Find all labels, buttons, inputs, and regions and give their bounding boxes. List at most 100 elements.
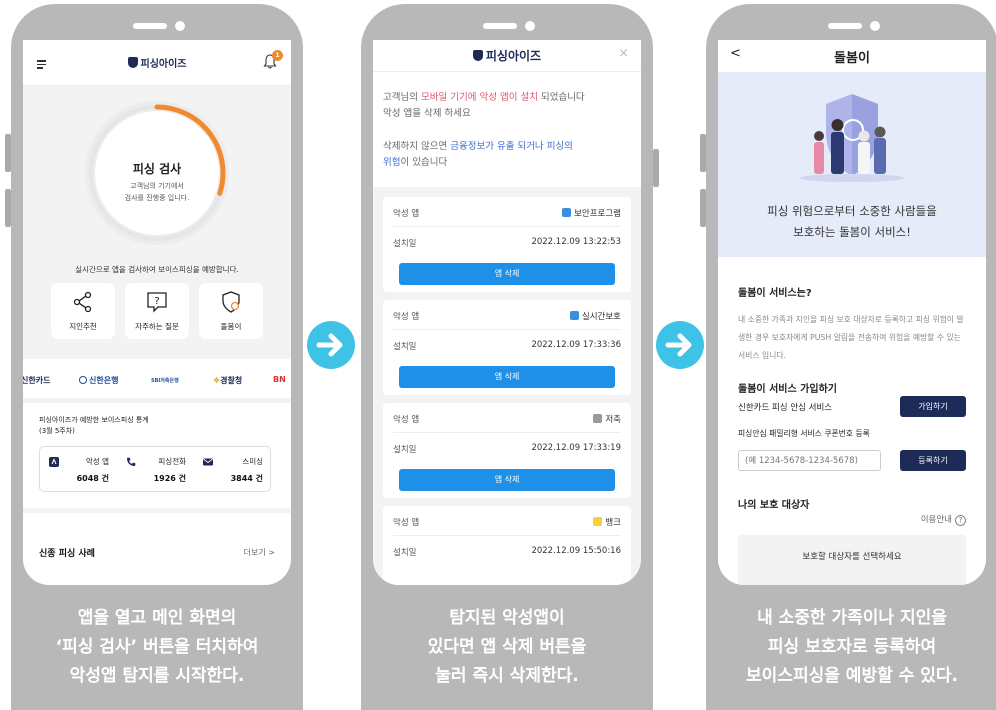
shinhan-service-label: 신한카드 피싱 안심 서비스 xyxy=(738,403,833,413)
phone-main-screen: 피싱아이즈 1 피싱 검사 고객님의 기기에서 검사를 진행중 입니다. 실시간으… xyxy=(5,4,303,710)
quick-menu-referral[interactable]: 지인추천 xyxy=(51,283,115,339)
next-arrow-icon xyxy=(656,321,704,369)
partner-logos: 신한카드 신한은행 SBI저축은행 ❖경찰청 BN xyxy=(23,359,291,403)
install-date: 2022.12.09 17:33:19 xyxy=(531,443,621,453)
hero-line: 피싱 위험으로부터 소중한 사람들을 xyxy=(767,204,937,218)
app-name-text: 보안프로그램 xyxy=(574,209,621,219)
stats-section: 피싱아이즈가 예방한 보이스피싱 통계 (3월 5주차) 악성 앱 6048 건 … xyxy=(23,403,291,513)
speaker xyxy=(483,23,517,29)
quick-menu-label: 자주하는 질문 xyxy=(135,322,179,331)
caption-line: 있다면 앱 삭제 버튼을 xyxy=(427,637,587,657)
faq-icon: ? xyxy=(147,292,167,313)
bank-logo-icon xyxy=(79,376,87,384)
coupon-input[interactable] xyxy=(738,450,881,471)
side-button xyxy=(5,134,11,172)
scan-title: 피싱 검사 xyxy=(132,162,182,176)
caption-line: 악성앱 탐지를 시작한다. xyxy=(69,666,245,686)
stat-label: 악성 앱 xyxy=(85,457,109,466)
warning-highlight: 금융정보가 유출 되거나 피싱의 xyxy=(450,141,573,152)
brand-logo: 피싱아이즈 xyxy=(23,55,291,70)
app-header: < 돌봄이 xyxy=(718,40,986,72)
quick-menu-label: 지인추천 xyxy=(69,322,97,331)
alert-line: 악성 앱을 삭제 하세요 xyxy=(383,108,471,119)
app-name-text: 저축 xyxy=(605,415,621,425)
side-button xyxy=(5,189,11,227)
caption-line: 앱을 열고 메인 화면의 xyxy=(77,608,237,628)
caption: 앱을 열고 메인 화면의 ‘피싱 검사’ 버튼을 터치하여 악성앱 탐지를 시작… xyxy=(11,604,303,691)
phone-care-service-screen: < 돌봄이 피싱 위험으로부터 소중한 사람들을보호하는 돌봄이 서비스! 돌봄… xyxy=(700,4,996,710)
register-button[interactable]: 등록하기 xyxy=(900,450,966,471)
app-icon xyxy=(569,311,579,320)
service-title: 돌봄이 서비스는? xyxy=(738,288,812,299)
app-row: 악성 앱 보안프로그램 xyxy=(383,201,631,227)
select-protectee-box[interactable]: 보호할 대상자를 선택하세요 xyxy=(738,535,966,585)
notification-badge: 1 xyxy=(272,50,283,61)
brand-name: 피싱아이즈 xyxy=(485,49,542,63)
scan-subtitle-line: 고객님의 기기에서 xyxy=(130,182,184,190)
hero-banner: 피싱 위험으로부터 소중한 사람들을보호하는 돌봄이 서비스! xyxy=(718,72,986,257)
app-name: 뱅크 xyxy=(593,516,621,528)
side-button xyxy=(700,134,706,172)
stat-label: 피싱전화 xyxy=(158,457,186,466)
delete-app-button[interactable]: 앱 삭제 xyxy=(399,366,615,388)
stats-box: 악성 앱 6048 건 피싱전화 1926 건 스미싱 3844 건 xyxy=(39,446,271,492)
scan-button[interactable]: 피싱 검사 고객님의 기기에서검사를 진행중 입니다. xyxy=(82,98,232,248)
row-label: 설치일 xyxy=(393,239,417,249)
alert-text: 고객님의 xyxy=(383,92,421,103)
usage-guide-label: 이용안내 xyxy=(920,515,952,525)
partner-logo-text: 신한은행 xyxy=(89,376,119,385)
app-row: 악성 앱 뱅크 xyxy=(383,510,631,536)
speaker xyxy=(828,23,862,29)
next-arrow-icon xyxy=(307,321,355,369)
screen: 피싱아이즈 1 피싱 검사 고객님의 기기에서 검사를 진행중 입니다. 실시간으… xyxy=(23,40,291,585)
quick-menu-care[interactable]: 돌봄이 xyxy=(199,283,263,339)
caption-line: 탐지된 악성앱이 xyxy=(449,608,565,628)
app-icon xyxy=(562,208,572,217)
malicious-app-card: 악성 앱 보안프로그램 설치일 2022.12.09 13:22:53 앱 삭제 xyxy=(383,197,631,292)
warning-message: 삭제하지 않으면 금융정보가 유출 되거나 피싱의 위험이 있습니다 xyxy=(383,139,573,171)
warning-highlight: 위험 xyxy=(383,157,401,168)
partner-logo-text: 경찰청 xyxy=(220,376,243,385)
share-icon xyxy=(73,291,92,313)
partner-logo: 신한은행 xyxy=(79,375,118,386)
phone-malicious-app-screen: 피싱아이즈 × 고객님의 모바일 기기에 악성 앱이 설치 되었습니다 악성 앱… xyxy=(361,4,659,710)
app-row: 악성 앱 실시간보호 xyxy=(383,304,631,330)
stats-title-line: 피싱아이즈가 예방한 보이스피싱 통계 xyxy=(39,416,149,424)
camera xyxy=(870,21,880,31)
service-description: 내 소중한 가족과 지인을 피싱 보호 대상자로 등록하고 피싱 위험이 발생한… xyxy=(738,315,964,360)
app-row: 설치일 2022.12.09 15:50:16 xyxy=(383,540,631,562)
warning-line: 삭제하지 않으면 금융정보가 유출 되거나 피싱의 xyxy=(383,139,573,155)
shield-logo-icon xyxy=(472,50,483,61)
app-icon xyxy=(593,414,603,423)
hero-line: 보호하는 돌봄이 서비스! xyxy=(793,225,911,239)
more-link[interactable]: 더보기 > xyxy=(244,547,275,558)
phone-icon xyxy=(127,457,136,466)
row-label: 설치일 xyxy=(393,445,417,455)
scan-subtitle-line: 검사를 진행중 입니다. xyxy=(124,194,190,202)
quick-menu-faq[interactable]: ? 자주하는 질문 xyxy=(125,283,189,339)
warning-text: 이 있습니다 xyxy=(400,157,448,168)
app-row: 설치일 2022.12.09 17:33:19 xyxy=(383,437,631,459)
row-label: 악성 앱 xyxy=(393,518,420,528)
row-label: 악성 앱 xyxy=(393,415,420,425)
usage-guide-link[interactable]: 이용안내? xyxy=(921,513,966,526)
svg-text:?: ? xyxy=(154,296,159,307)
screen: 피싱아이즈 × 고객님의 모바일 기기에 악성 앱이 설치 되었습니다 악성 앱… xyxy=(373,40,641,585)
malicious-app-card: 악성 앱 실시간보호 설치일 2022.12.09 17:33:36 앱 삭제 xyxy=(383,300,631,395)
app-name: 저축 xyxy=(593,413,621,425)
partner-logo: BN xyxy=(273,375,286,384)
mail-icon xyxy=(203,458,213,466)
join-button[interactable]: 가입하기 xyxy=(900,396,966,417)
shield-care-icon xyxy=(222,291,240,313)
install-date: 2022.12.09 15:50:16 xyxy=(531,546,621,556)
delete-app-button[interactable]: 앱 삭제 xyxy=(399,263,615,285)
app-icon xyxy=(593,517,603,526)
delete-app-button[interactable]: 앱 삭제 xyxy=(399,469,615,491)
row-label: 악성 앱 xyxy=(393,209,420,219)
app-row: 설치일 2022.12.09 17:33:36 xyxy=(383,334,631,356)
app-name-text: 실시간보호 xyxy=(581,312,621,322)
close-icon[interactable]: × xyxy=(618,46,629,61)
info-icon: ? xyxy=(955,515,966,526)
side-button xyxy=(653,149,659,187)
stats-title: 피싱아이즈가 예방한 보이스피싱 통계 (3월 5주차) xyxy=(39,415,149,437)
